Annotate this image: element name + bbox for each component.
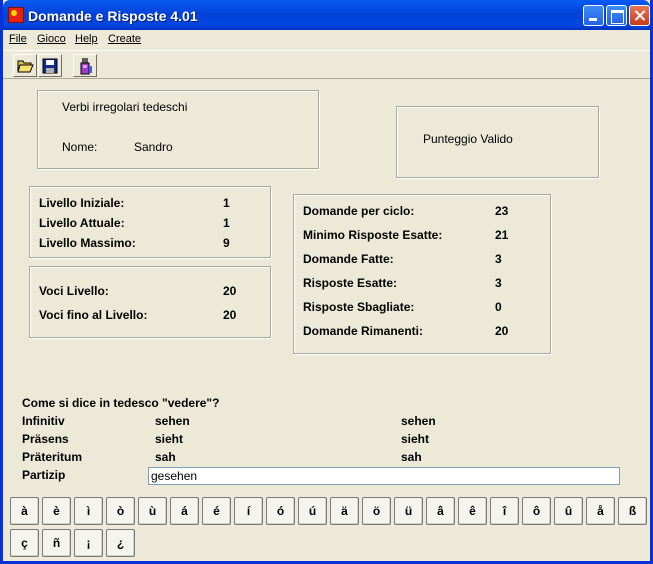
menu-file[interactable]: File — [9, 33, 27, 45]
char-button[interactable]: û — [554, 497, 583, 525]
name-value: Sandro — [134, 140, 173, 154]
char-button[interactable]: à — [10, 497, 39, 525]
form-label: Infinitiv — [22, 414, 65, 428]
score-label: Punteggio Valido — [423, 132, 513, 146]
char-button[interactable]: á — [170, 497, 199, 525]
char-button[interactable]: â — [426, 497, 455, 525]
menu-gioco[interactable]: Gioco — [37, 33, 66, 45]
user-answer: sehen — [155, 414, 190, 428]
user-answer: sieht — [155, 432, 184, 446]
menu-help[interactable]: Help — [75, 33, 98, 45]
toolbar — [3, 50, 650, 79]
stat-value: 23 — [495, 204, 509, 218]
maximize-button[interactable] — [606, 5, 627, 26]
stat-value: 3 — [495, 276, 502, 290]
stat-label: Domande Fatte: — [303, 252, 394, 266]
level-value: 1 — [223, 216, 230, 230]
char-button[interactable]: ù — [138, 497, 167, 525]
app-icon[interactable] — [8, 7, 24, 23]
stats-panel: Domande per ciclo: 23 Minimo Risposte Es… — [293, 194, 551, 354]
stat-value: 3 — [495, 252, 502, 266]
level-value: 1 — [223, 196, 230, 210]
minimize-button[interactable] — [583, 5, 604, 26]
char-button[interactable]: ß — [618, 497, 647, 525]
voci-label: Voci fino al Livello: — [39, 308, 148, 322]
char-button[interactable]: í — [234, 497, 263, 525]
stat-value: 21 — [495, 228, 509, 242]
form-label: Präsens — [22, 432, 69, 446]
answer-input[interactable]: gesehen — [148, 467, 620, 485]
open-button[interactable] — [13, 54, 37, 77]
save-button[interactable] — [38, 54, 62, 77]
stat-value: 0 — [495, 300, 502, 314]
char-button[interactable]: ç — [10, 529, 39, 557]
stat-label: Minimo Risposte Esatte: — [303, 228, 443, 242]
save-disk-icon — [42, 58, 58, 74]
char-button[interactable]: ì — [74, 497, 103, 525]
voci-value: 20 — [223, 284, 237, 298]
levels-panel: Livello Iniziale: 1 Livello Attuale: 1 L… — [29, 186, 271, 258]
open-folder-icon — [17, 60, 34, 73]
char-button[interactable]: å — [586, 497, 615, 525]
char-button[interactable]: ê — [458, 497, 487, 525]
title-bar[interactable]: Domande e Risposte 4.01 — [3, 0, 650, 30]
char-button[interactable]: é — [202, 497, 231, 525]
voci-label: Voci Livello: — [39, 284, 109, 298]
flask-button[interactable] — [73, 54, 97, 77]
stat-label: Domande per ciclo: — [303, 204, 415, 218]
char-button[interactable]: ¡ — [74, 529, 103, 557]
form-label: Präteritum — [22, 450, 83, 464]
name-label: Nome: — [62, 140, 98, 154]
partizip-label: Partizip — [22, 468, 66, 482]
char-button[interactable]: è — [42, 497, 71, 525]
stat-label: Risposte Esatte: — [303, 276, 398, 290]
voci-value: 20 — [223, 308, 237, 322]
level-label: Livello Iniziale: — [39, 196, 125, 210]
correct-answer: sieht — [401, 432, 430, 446]
info-panel: Verbi irregolari tedeschi Nome: Sandro — [37, 90, 319, 169]
char-button[interactable]: ö — [362, 497, 391, 525]
char-button[interactable]: ò — [106, 497, 135, 525]
char-button[interactable]: ô — [522, 497, 551, 525]
stat-label: Risposte Sbagliate: — [303, 300, 415, 314]
topic-label: Verbi irregolari tedeschi — [62, 100, 188, 114]
char-button[interactable]: ü — [394, 497, 423, 525]
user-answer: sah — [155, 450, 176, 464]
menu-bar: File Gioco Help Create — [3, 30, 650, 49]
stat-label: Domande Rimanenti: — [303, 324, 424, 338]
char-button[interactable]: ú — [298, 497, 327, 525]
stat-value: 20 — [495, 324, 509, 338]
score-panel: Punteggio Valido — [396, 106, 599, 178]
question-text: Come si dice in tedesco "vedere"? — [22, 396, 220, 410]
char-button[interactable]: ä — [330, 497, 359, 525]
main-window: Domande e Risposte 4.01 File Gioco Help … — [0, 0, 653, 564]
menu-create[interactable]: Create — [108, 33, 141, 45]
level-label: Livello Attuale: — [39, 216, 125, 230]
voci-panel: Voci Livello: 20 Voci fino al Livello: 2… — [29, 266, 271, 338]
flask-icon — [80, 58, 92, 75]
char-button[interactable]: î — [490, 497, 519, 525]
close-button[interactable] — [629, 5, 650, 26]
char-button[interactable]: ó — [266, 497, 295, 525]
correct-answer: sah — [401, 450, 422, 464]
level-label: Livello Massimo: — [39, 236, 136, 250]
level-value: 9 — [223, 236, 230, 250]
correct-answer: sehen — [401, 414, 436, 428]
char-button[interactable]: ñ — [42, 529, 71, 557]
char-button[interactable]: ¿ — [106, 529, 135, 557]
window-title: Domande e Risposte 4.01 — [28, 8, 198, 24]
